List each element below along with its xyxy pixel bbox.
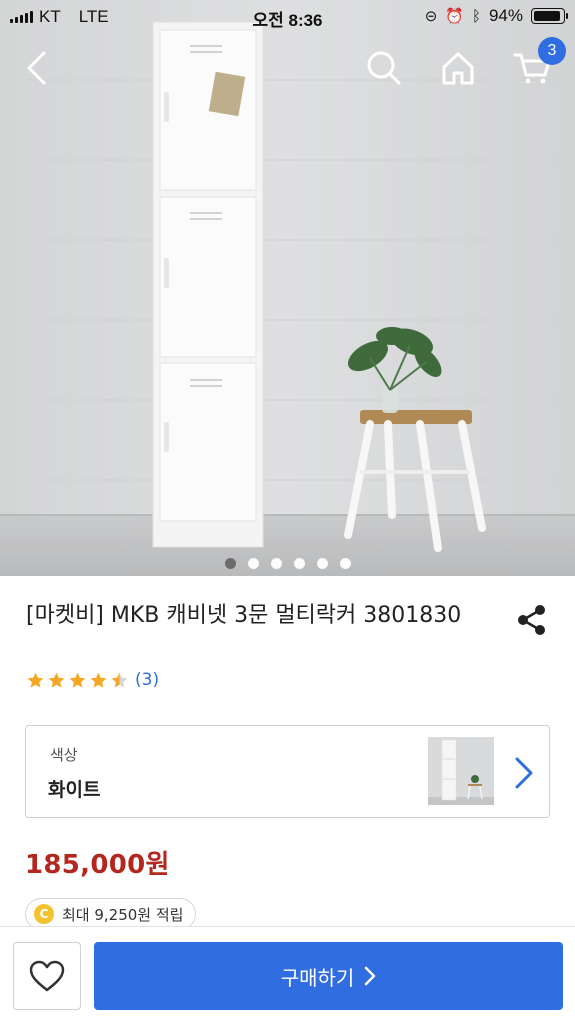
wishlist-button[interactable]	[13, 942, 81, 1010]
gallery-dot[interactable]	[316, 558, 328, 569]
review-count[interactable]: (3)	[135, 670, 159, 690]
chevron-right-icon	[515, 757, 533, 789]
battery-icon	[531, 8, 568, 24]
cart-count-badge: 3	[538, 37, 566, 65]
chevron-right-icon	[365, 966, 376, 986]
share-button[interactable]	[514, 602, 550, 638]
gallery-dot[interactable]	[224, 558, 236, 569]
product-title: [마켓비] MKB 캐비넷 3문 멀티락커 3801830	[26, 603, 462, 628]
rotation-lock-icon: ⊝	[424, 8, 438, 25]
back-button[interactable]	[12, 44, 60, 92]
gallery-dot[interactable]	[293, 558, 305, 569]
option-value: 화이트	[48, 779, 101, 801]
gallery-dot[interactable]	[247, 558, 259, 569]
search-icon	[367, 51, 401, 85]
star-rating	[26, 671, 129, 690]
gallery-dot[interactable]	[339, 558, 351, 569]
option-label: 색상	[50, 746, 78, 764]
star-icon	[69, 672, 86, 688]
star-icon	[48, 672, 65, 688]
home-icon	[442, 52, 474, 85]
gallery-indicator	[0, 558, 575, 569]
buy-button[interactable]: 구매하기	[94, 942, 563, 1010]
alarm-icon: ⏰	[445, 8, 464, 25]
heart-icon	[29, 960, 65, 992]
bottom-action-bar: 구매하기	[0, 926, 575, 1024]
battery-percent: 94%	[488, 6, 523, 25]
home-button[interactable]	[434, 44, 482, 92]
star-icon	[111, 672, 128, 688]
status-bar: KT LTE 오전 8:36 ⊝ ⏰ ᛒ 94%	[0, 0, 575, 34]
product-price: 185,000원	[25, 850, 170, 880]
star-icon	[90, 672, 107, 688]
buy-label: 구매하기	[280, 965, 355, 990]
chevron-left-icon	[27, 51, 46, 85]
bluetooth-icon: ᛒ	[471, 7, 481, 25]
star-icon	[27, 672, 44, 688]
coin-icon: C	[34, 904, 54, 924]
search-button[interactable]	[360, 44, 408, 92]
product-photo	[0, 0, 575, 576]
product-image-gallery[interactable]: KT LTE 오전 8:36 ⊝ ⏰ ᛒ 94% 3	[0, 0, 575, 576]
color-option-selector[interactable]: 색상 화이트	[25, 725, 550, 818]
rating-row[interactable]: (3)	[26, 670, 159, 690]
share-icon	[518, 605, 545, 635]
points-text: 최대 9,250원 적립	[62, 905, 184, 924]
option-thumbnail	[428, 737, 494, 805]
gallery-dot[interactable]	[270, 558, 282, 569]
